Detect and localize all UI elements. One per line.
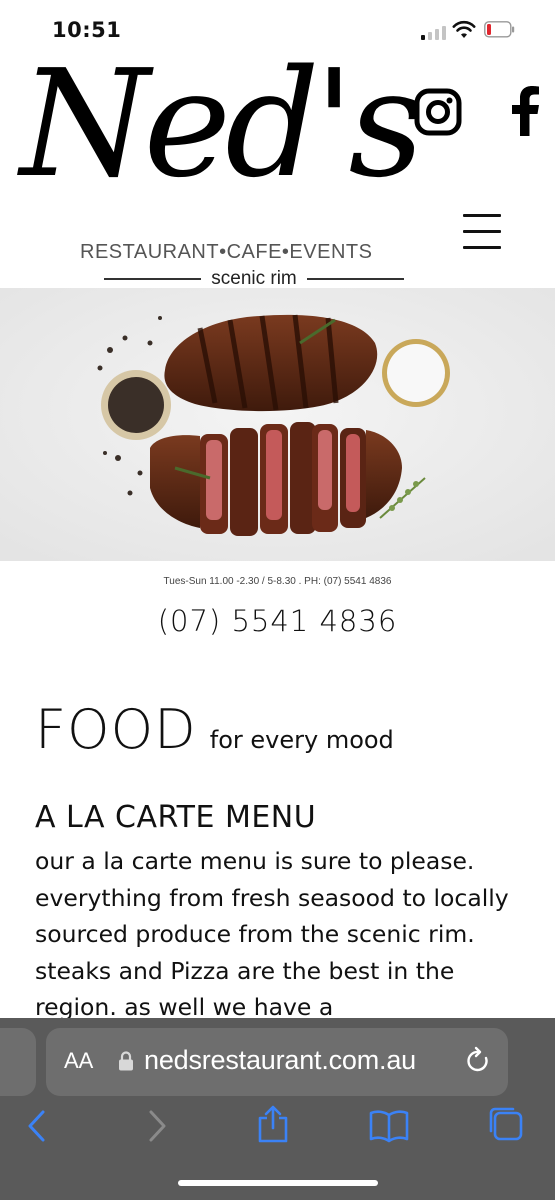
facebook-icon[interactable] <box>508 86 544 136</box>
address-bar[interactable]: AA nedsrestaurant.com.au <box>46 1028 508 1096</box>
battery-icon <box>484 21 515 38</box>
logo-location-text: scenic rim <box>211 268 297 289</box>
food-heading-small: for every mood <box>209 726 394 754</box>
share-icon[interactable] <box>256 1104 290 1144</box>
reader-settings-button[interactable]: AA <box>64 1048 93 1074</box>
safari-toolbar <box>0 1105 555 1158</box>
a-la-carte-description: our a la carte menu is sure to please. e… <box>35 847 509 1021</box>
aa-label: AA <box>64 1048 94 1073</box>
safari-bottom-bar: AA nedsrestaurant.com.au <box>0 1018 555 1200</box>
hamburger-menu-button[interactable] <box>460 212 504 252</box>
wifi-icon <box>452 20 476 38</box>
food-heading-big: FOOD <box>35 698 197 761</box>
divider <box>306 278 405 280</box>
food-heading: FOOD for every mood <box>35 698 394 761</box>
hero-steak-image <box>0 288 555 561</box>
logo-script: Ned's <box>20 38 424 210</box>
opening-hours: Tues-Sun 11.00 -2.30 / 5-8.30 . PH: (07)… <box>163 576 392 587</box>
bookmarks-icon[interactable] <box>368 1108 410 1144</box>
site-header: Ned's RESTAURANT•CAFE•EVENTS scenic rim <box>0 50 555 290</box>
home-indicator[interactable] <box>178 1180 378 1186</box>
divider <box>104 278 202 280</box>
cellular-signal-icon <box>421 24 447 40</box>
lock-icon <box>119 1051 133 1071</box>
url-text: nedsrestaurant.com.au <box>144 1045 416 1075</box>
previous-tab-peek[interactable] <box>0 1028 36 1096</box>
neds-logo[interactable]: Ned's RESTAURANT•CAFE•EVENTS scenic rim <box>20 50 424 290</box>
reload-icon[interactable] <box>464 1046 492 1076</box>
back-icon[interactable] <box>24 1108 48 1144</box>
phone-number-link[interactable]: (07) 5541 4836 <box>0 604 555 638</box>
instagram-icon[interactable] <box>414 88 462 136</box>
tabs-icon[interactable] <box>486 1104 526 1144</box>
a-la-carte-heading: A LA CARTE MENU <box>35 800 317 835</box>
forward-icon[interactable] <box>146 1108 170 1144</box>
logo-tagline: RESTAURANT•CAFE•EVENTS <box>80 241 373 263</box>
steak-illustration <box>0 288 555 561</box>
